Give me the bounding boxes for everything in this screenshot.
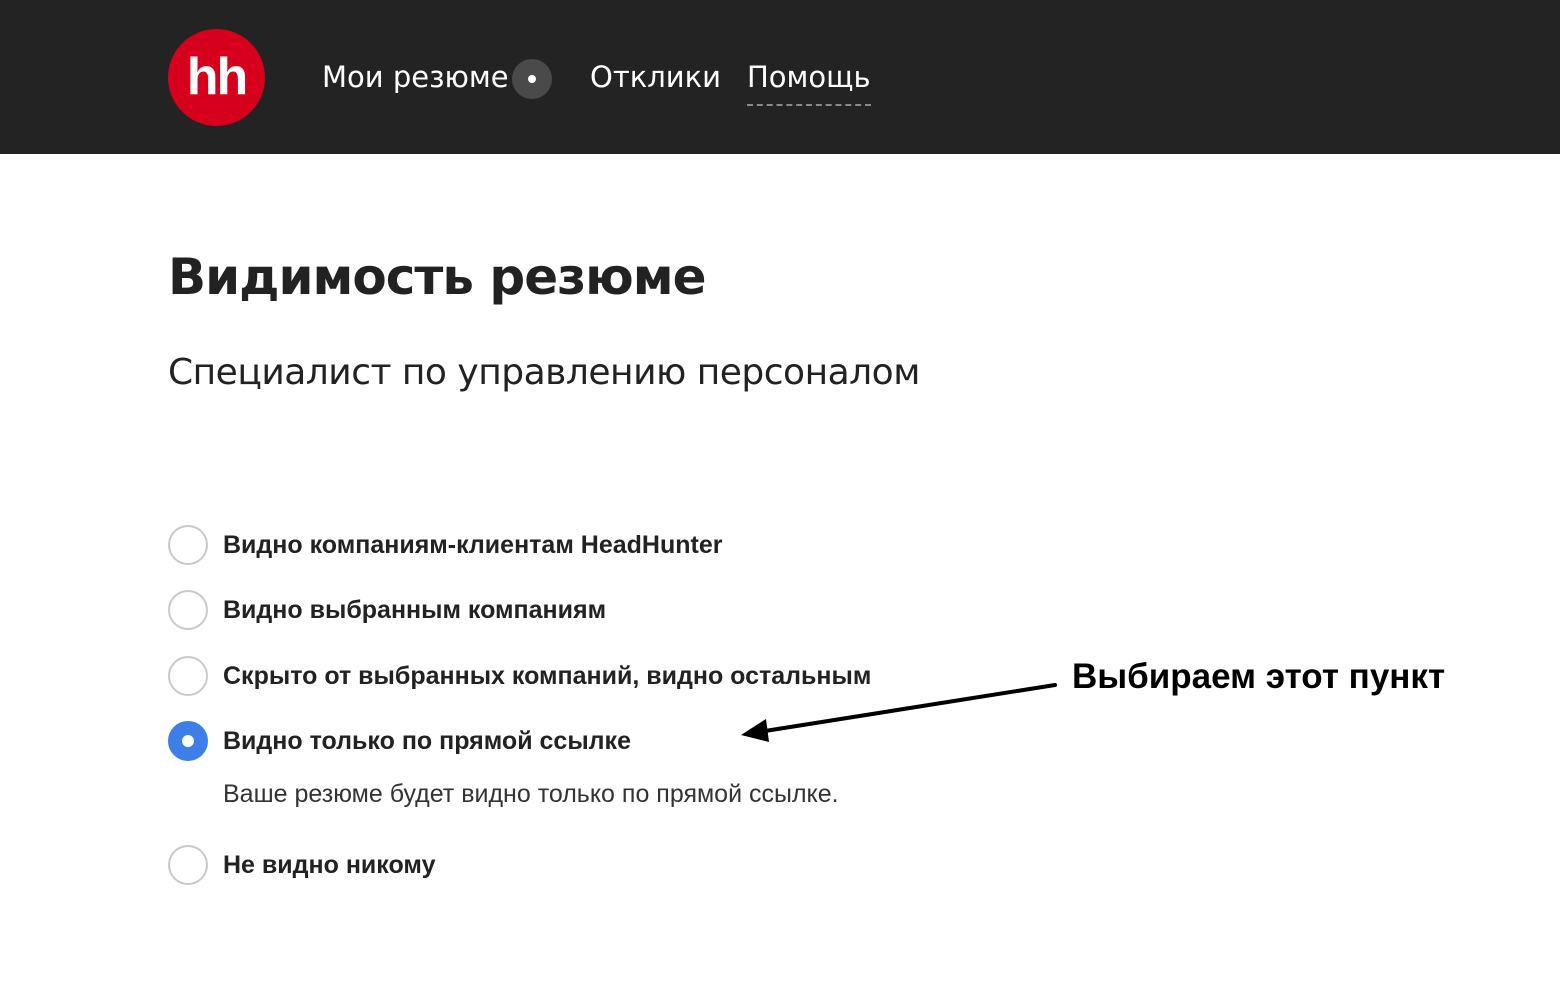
annotation-text: Выбираем этот пункт <box>1072 657 1446 696</box>
annotation-arrow-icon <box>741 683 1057 742</box>
